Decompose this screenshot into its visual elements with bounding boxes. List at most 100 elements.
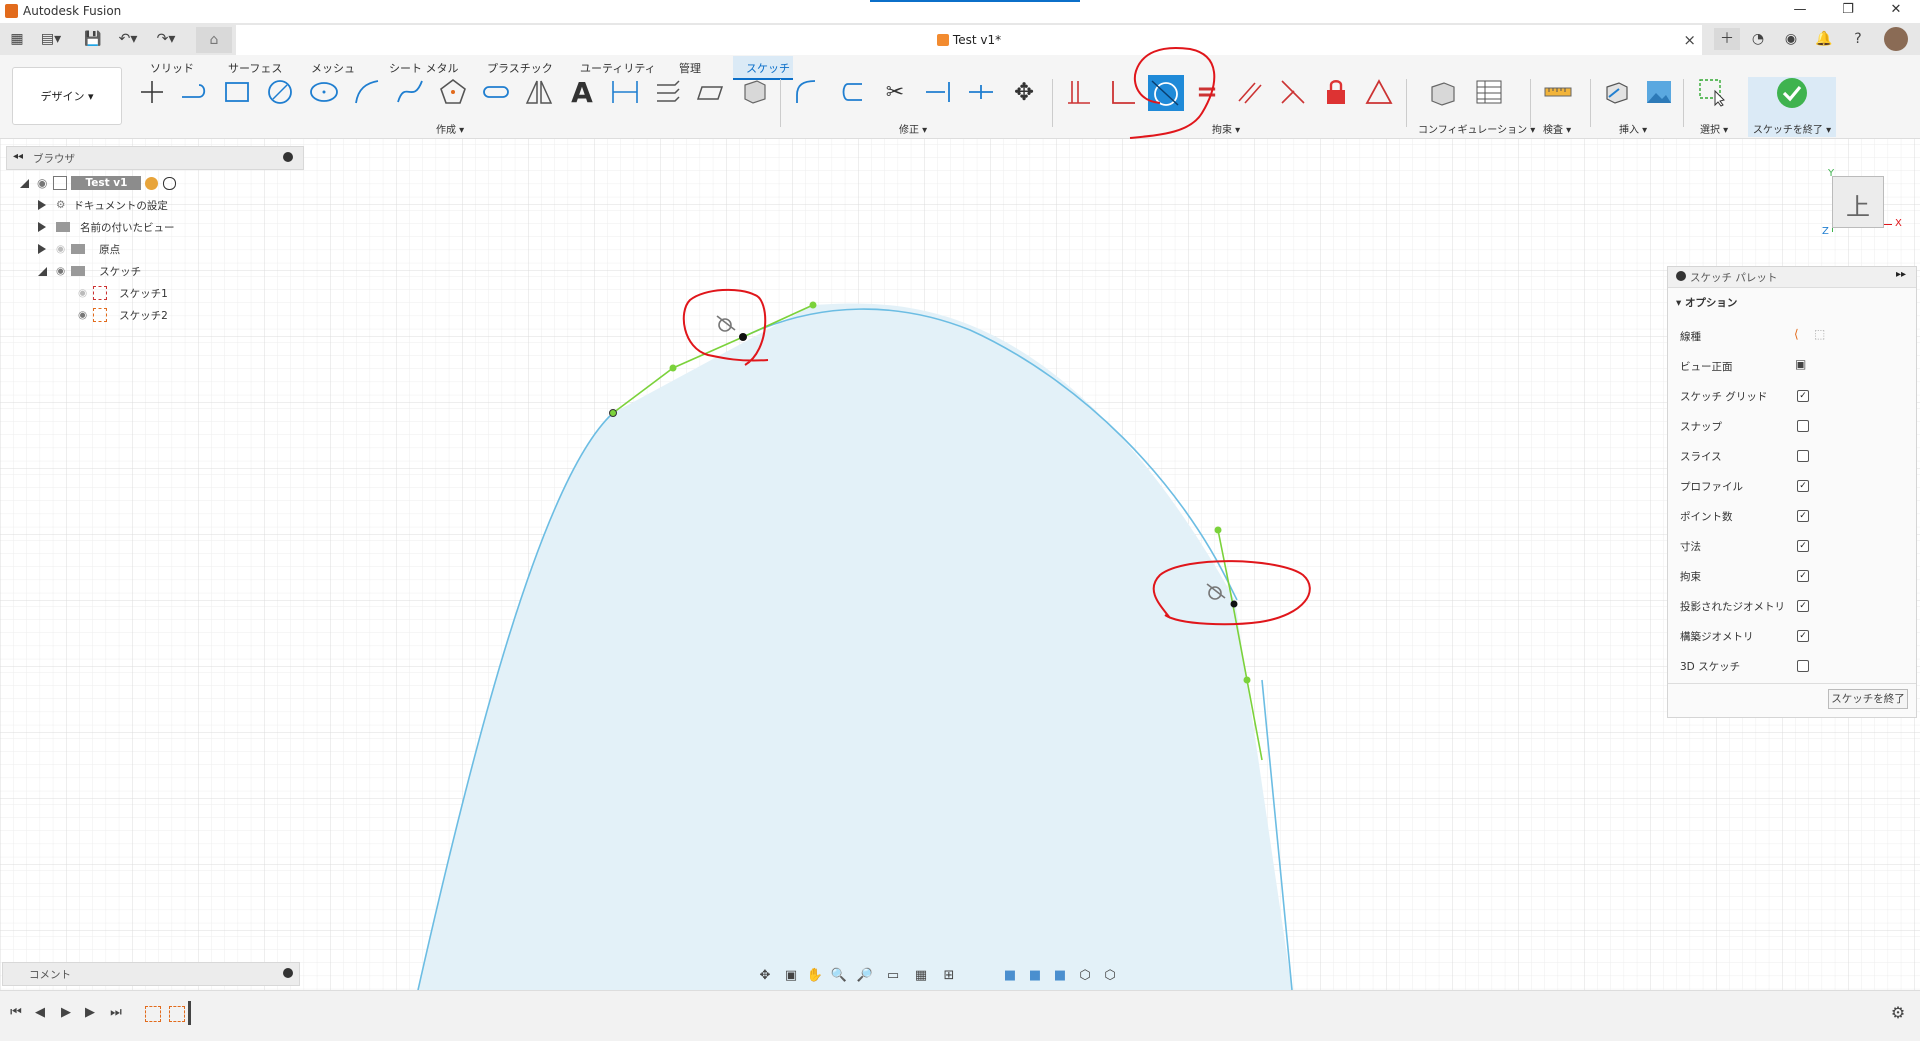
circle-tool-icon[interactable] [265, 77, 295, 107]
eye-icon[interactable]: ◉ [78, 309, 87, 321]
pan-icon[interactable]: ✋ [805, 966, 825, 986]
look-at-icon[interactable]: ▣ [781, 966, 801, 986]
tab-sheet-metal[interactable]: シート メタル [389, 60, 459, 76]
help-icon[interactable]: ? [1845, 28, 1871, 50]
timeline-sketch-icon[interactable] [169, 1006, 185, 1022]
expand-arrow-icon[interactable] [38, 244, 46, 254]
zoom-icon[interactable]: 🔍 [829, 966, 849, 986]
add-comment-icon[interactable] [283, 968, 293, 978]
display-settings-icon[interactable]: ▭ [883, 966, 903, 986]
insert-image-icon[interactable] [1644, 77, 1674, 107]
tab-manage[interactable]: 管理 [679, 60, 701, 76]
restore-button[interactable]: ❐ [1828, 2, 1868, 20]
app-grid-icon[interactable]: ▦ [4, 28, 30, 50]
go-to-start-icon[interactable]: ⏮ [6, 1003, 26, 1023]
browser-pin-icon[interactable] [283, 152, 293, 162]
constraints-checkbox[interactable]: ✓ [1797, 570, 1809, 582]
polygon-tool-icon[interactable] [438, 77, 468, 107]
create-group-label[interactable]: 作成 ▾ [436, 121, 464, 136]
close-button[interactable]: ✕ [1876, 2, 1916, 20]
timeline-sketch-icon[interactable] [145, 1006, 161, 1022]
projected-geometry-checkbox[interactable]: ✓ [1797, 600, 1809, 612]
line-type-icon[interactable]: ⟨ [1794, 327, 1799, 341]
line-tool-icon[interactable] [137, 77, 167, 107]
measure-icon[interactable] [1543, 77, 1573, 107]
tree-item[interactable]: ◉ 原点 [38, 238, 280, 260]
slice-checkbox[interactable] [1797, 450, 1809, 462]
tree-item[interactable]: ◉ スケッチ2 [78, 304, 280, 326]
inspect-group-label[interactable]: 検査 ▾ [1543, 121, 1571, 136]
3d-sketch-checkbox[interactable] [1797, 660, 1809, 672]
sketch-grid-checkbox[interactable]: ✓ [1797, 390, 1809, 402]
collapse-panel-icon[interactable]: ◂◂ [13, 151, 23, 162]
configuration-icon[interactable] [1428, 77, 1458, 107]
wireframe-hidden-icon[interactable]: ⬡ [1100, 966, 1120, 986]
palette-header[interactable]: スケッチ パレット ▸▸ [1668, 267, 1916, 288]
timeline-settings-gear-icon[interactable]: ⚙ [1888, 1003, 1908, 1023]
spline-line-tool-icon[interactable] [179, 77, 209, 107]
home-icon[interactable]: ⌂ [196, 27, 232, 53]
go-to-end-icon[interactable]: ⏭ [106, 1003, 126, 1023]
close-tab-icon[interactable]: × [1683, 31, 1696, 49]
fix-constraint-icon[interactable] [1321, 77, 1351, 107]
avatar[interactable] [1884, 27, 1908, 51]
tab-sketch[interactable]: スケッチ [746, 60, 790, 76]
tab-surface[interactable]: サーフェス [228, 60, 282, 76]
extensions-icon[interactable]: ◔ [1745, 28, 1771, 50]
dimensions-checkbox[interactable]: ✓ [1797, 540, 1809, 552]
modify-group-label[interactable]: 修正 ▾ [899, 121, 927, 136]
extend-tool-icon[interactable] [923, 77, 953, 107]
spline-tool-icon[interactable] [395, 77, 425, 107]
eye-icon[interactable]: ◉ [56, 265, 65, 277]
construction-geometry-checkbox[interactable]: ✓ [1797, 630, 1809, 642]
finish-sketch-button[interactable]: スケッチを終了 ▾ [1748, 77, 1836, 137]
comment-panel[interactable]: コメント [2, 962, 300, 986]
browser-panel-header[interactable]: ◂◂ ブラウザ [6, 146, 304, 170]
eye-hidden-icon[interactable]: ◉ [78, 287, 87, 299]
selected-point[interactable] [739, 333, 747, 341]
tree-item[interactable]: ◉ スケッチ [38, 260, 280, 282]
tab-plastic[interactable]: プラスチック [487, 60, 553, 76]
points-checkbox[interactable]: ✓ [1797, 510, 1809, 522]
viewports-icon[interactable]: ⊞ [939, 966, 959, 986]
sketch-point[interactable] [809, 301, 817, 309]
expand-arrow-icon[interactable] [38, 200, 46, 210]
zoom-window-icon[interactable]: 🔎 [855, 966, 875, 986]
timeline-marker[interactable] [188, 1001, 191, 1025]
offset-tool-icon[interactable] [653, 77, 683, 107]
eye-icon[interactable]: ◉ [37, 176, 47, 190]
dimension-tool-icon[interactable] [610, 77, 640, 107]
profile-checkbox[interactable]: ✓ [1797, 480, 1809, 492]
step-forward-icon[interactable]: ▶ [80, 1003, 100, 1023]
select-window-icon[interactable] [1697, 77, 1727, 107]
new-tab-icon[interactable]: ＋ [1714, 28, 1740, 50]
activate-icon[interactable] [145, 176, 159, 190]
break-tool-icon[interactable] [966, 77, 996, 107]
wireframe-icon[interactable]: ⬡ [1075, 966, 1095, 986]
shaded-hidden-icon[interactable]: ■ [1050, 966, 1070, 986]
expand-arrow-icon[interactable] [20, 178, 29, 188]
project-tool-icon[interactable] [696, 77, 726, 107]
arc-tool-icon[interactable] [352, 77, 382, 107]
tree-root[interactable]: ◉ Test v1 [20, 172, 280, 194]
radio-icon[interactable] [163, 176, 177, 190]
sketch-canvas[interactable] [0, 138, 1920, 990]
create-3d-icon[interactable] [739, 77, 769, 107]
tree-item[interactable]: ◉ スケッチ1 [78, 282, 280, 304]
collinear-constraint-icon[interactable] [1278, 77, 1308, 107]
undo-icon[interactable]: ↶▾ [115, 28, 141, 50]
orbit-icon[interactable]: ✥ [755, 966, 775, 986]
minimize-button[interactable]: — [1780, 2, 1820, 20]
file-menu-icon[interactable]: ▤▾ [38, 28, 64, 50]
sketch-point[interactable] [609, 409, 617, 417]
text-tool-icon[interactable]: A [567, 76, 597, 109]
shaded-view-icon[interactable]: ■ [1000, 966, 1020, 986]
insert-group-label[interactable]: 挿入 ▾ [1619, 121, 1647, 136]
expand-panel-icon[interactable]: ▸▸ [1896, 269, 1906, 280]
fillet-tool-icon[interactable] [793, 77, 823, 107]
eye-hidden-icon[interactable]: ◉ [56, 243, 65, 255]
offset-curve-icon[interactable] [836, 77, 866, 107]
workspace-dropdown[interactable]: デザイン ▾ [12, 67, 122, 125]
snap-checkbox[interactable] [1797, 420, 1809, 432]
expand-arrow-icon[interactable] [38, 222, 46, 232]
